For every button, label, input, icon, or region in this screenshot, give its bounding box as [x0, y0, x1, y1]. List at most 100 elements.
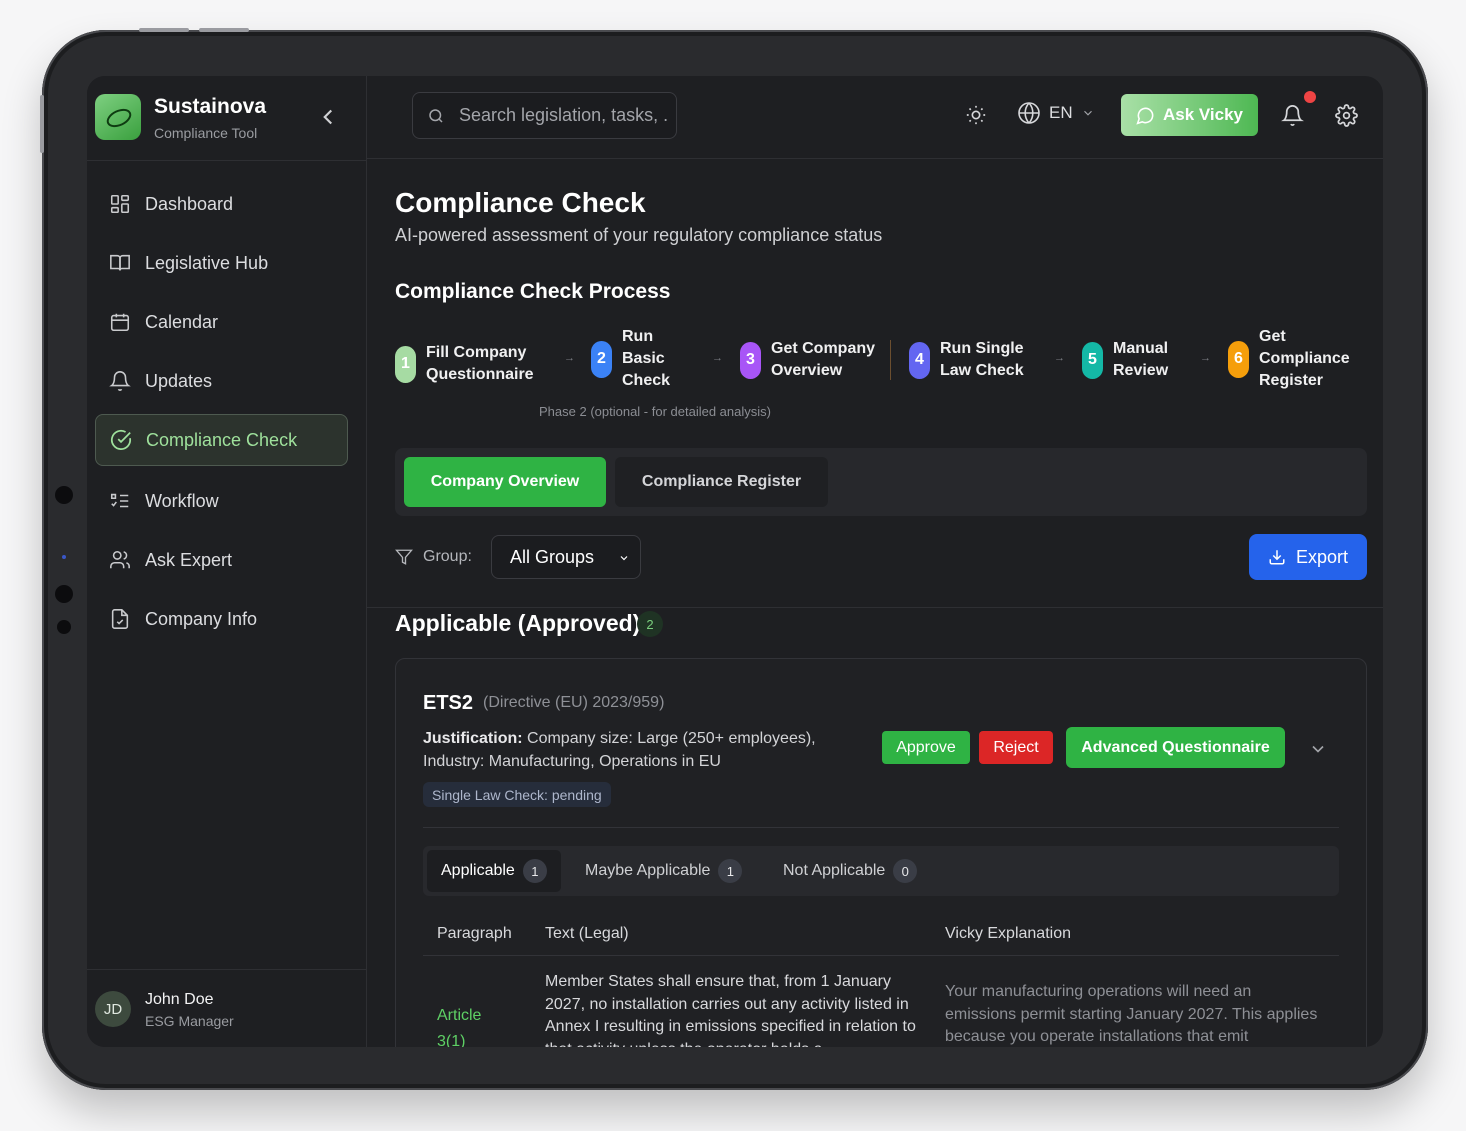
group-filter-label: Group: [395, 548, 472, 566]
arrow-right-icon: → [564, 352, 575, 364]
filter-icon [395, 549, 413, 565]
advanced-questionnaire-button[interactable]: Advanced Questionnaire [1066, 727, 1285, 768]
language-label: EN [1049, 103, 1073, 122]
theme-toggle-button[interactable] [961, 100, 991, 130]
app-subtitle: Compliance Tool [154, 125, 258, 141]
applicable-section-title: Applicable (Approved) [395, 610, 641, 636]
device-button [40, 95, 44, 153]
camera-dot [57, 620, 71, 634]
step-number: 1 [395, 345, 416, 383]
tab-compliance-register[interactable]: Compliance Register [615, 457, 828, 507]
tab-label: Not Applicable [783, 862, 886, 879]
user-profile[interactable]: JD John Doe ESG Manager [87, 969, 367, 1047]
app-logo [95, 94, 141, 140]
filter-label-text: Group: [423, 548, 472, 565]
sidebar-item-calendar[interactable]: Calendar [95, 296, 348, 348]
bell-icon [109, 371, 131, 391]
approve-button[interactable]: Approve [882, 731, 970, 764]
sidebar-item-label: Legislative Hub [145, 252, 269, 273]
expand-toggle[interactable] [1308, 739, 1328, 764]
process-step-1: 1 Fill Company Questionnaire [395, 342, 566, 386]
camera-dot [55, 486, 73, 504]
sidebar-item-compliance-check[interactable]: Compliance Check [95, 414, 348, 466]
sun-icon [966, 105, 986, 125]
process-title: Compliance Check Process [395, 280, 671, 303]
tab-count-badge: 1 [522, 859, 547, 883]
device-button [139, 28, 189, 32]
tab-applicable[interactable]: Applicable 1 [427, 850, 561, 892]
table-cell-legal-text: Member States shall ensure that, from 1 … [545, 973, 916, 1047]
sidebar-item-label: Ask Expert [145, 549, 233, 570]
applicability-tabs: Applicable 1 Maybe Applicable 1 Not Appl… [423, 846, 1339, 896]
justification-label: Justification: [423, 730, 523, 747]
file-check-icon [111, 609, 129, 629]
applicable-count-badge: 2 [637, 611, 663, 637]
search-box[interactable] [412, 92, 677, 139]
sidebar-item-label: Workflow [145, 490, 219, 511]
gear-icon [1334, 103, 1358, 127]
notification-badge [1304, 91, 1316, 103]
users-icon [110, 550, 130, 569]
calendar-icon [110, 313, 130, 332]
step-label: Fill Company Questionnaire [426, 344, 534, 383]
app-name: Sustainova [154, 95, 267, 118]
message-circle-icon [1136, 107, 1154, 125]
export-label: Export [1295, 546, 1349, 567]
bell-icon [1280, 104, 1304, 126]
brand-header: Sustainova Compliance Tool [87, 76, 367, 161]
top-bar: EN Ask Vicky [367, 76, 1383, 159]
chevron-down-icon [1083, 110, 1092, 116]
process-step-2: 2 Run Basic Check [591, 326, 682, 392]
search-input[interactable] [459, 105, 669, 126]
tab-not-applicable[interactable]: Not Applicable 0 [769, 850, 931, 892]
process-step-4: 4 Run Single Law Check [909, 338, 1032, 382]
language-selector[interactable]: EN [1017, 101, 1095, 125]
reject-button[interactable]: Reject [979, 731, 1053, 764]
table-cell-paragraph[interactable]: Article 3(1) [437, 1003, 507, 1047]
sidebar-item-label: Updates [145, 370, 213, 391]
sidebar-item-legislative-hub[interactable]: Legislative Hub [95, 237, 348, 289]
sidebar-item-label: Calendar [145, 311, 219, 332]
status-badge: Single Law Check: pending [423, 782, 611, 807]
sidebar: Sustainova Compliance Tool Dashboard Leg… [87, 76, 367, 1047]
sidebar-item-label: Compliance Check [146, 429, 298, 450]
view-tabs: Company Overview Compliance Register [395, 448, 1367, 516]
search-icon [429, 108, 443, 123]
page-title: Compliance Check [395, 187, 646, 218]
sidebar-item-label: Company Info [145, 608, 258, 629]
phase-divider [890, 340, 891, 380]
device-button [199, 28, 249, 32]
app-screen: Sustainova Compliance Tool Dashboard Leg… [87, 76, 1383, 1047]
settings-button[interactable] [1331, 100, 1361, 130]
tab-company-overview[interactable]: Company Overview [404, 457, 606, 507]
step-number: 6 [1228, 340, 1249, 378]
sidebar-item-workflow[interactable]: Workflow [95, 475, 348, 527]
ask-vicky-button[interactable]: Ask Vicky [1121, 94, 1258, 136]
tab-maybe-applicable[interactable]: Maybe Applicable 1 [571, 850, 756, 892]
step-number: 3 [740, 341, 761, 379]
user-role: ESG Manager [145, 1013, 234, 1029]
table-cell-explanation: Your manufacturing operations will need … [945, 983, 1318, 1045]
notifications-button[interactable] [1277, 100, 1307, 130]
collapse-sidebar-button[interactable] [315, 104, 341, 130]
phase-note: Phase 2 (optional - for detailed analysi… [539, 404, 771, 419]
sidebar-item-company-info[interactable]: Company Info [95, 593, 348, 645]
export-button[interactable]: Export [1249, 534, 1367, 580]
tab-count-badge: 1 [718, 859, 743, 883]
table-header-divider [423, 955, 1339, 956]
step-label: Get Company Overview [771, 340, 876, 379]
tab-label: Maybe Applicable [585, 862, 711, 879]
group-select[interactable]: All Groups [491, 535, 641, 579]
tab-label: Applicable [441, 862, 515, 879]
check-circle-icon [110, 429, 132, 450]
sidebar-item-updates[interactable]: Updates [95, 355, 348, 407]
step-label: Run Basic Check [622, 328, 671, 389]
card-divider [423, 827, 1339, 828]
book-icon [110, 254, 130, 271]
sidebar-item-ask-expert[interactable]: Ask Expert [95, 534, 348, 586]
avatar: JD [95, 991, 131, 1027]
sidebar-item-dashboard[interactable]: Dashboard [95, 178, 348, 230]
grid-icon [110, 194, 130, 214]
step-number: 5 [1082, 341, 1103, 379]
column-header-paragraph: Paragraph [437, 925, 512, 942]
